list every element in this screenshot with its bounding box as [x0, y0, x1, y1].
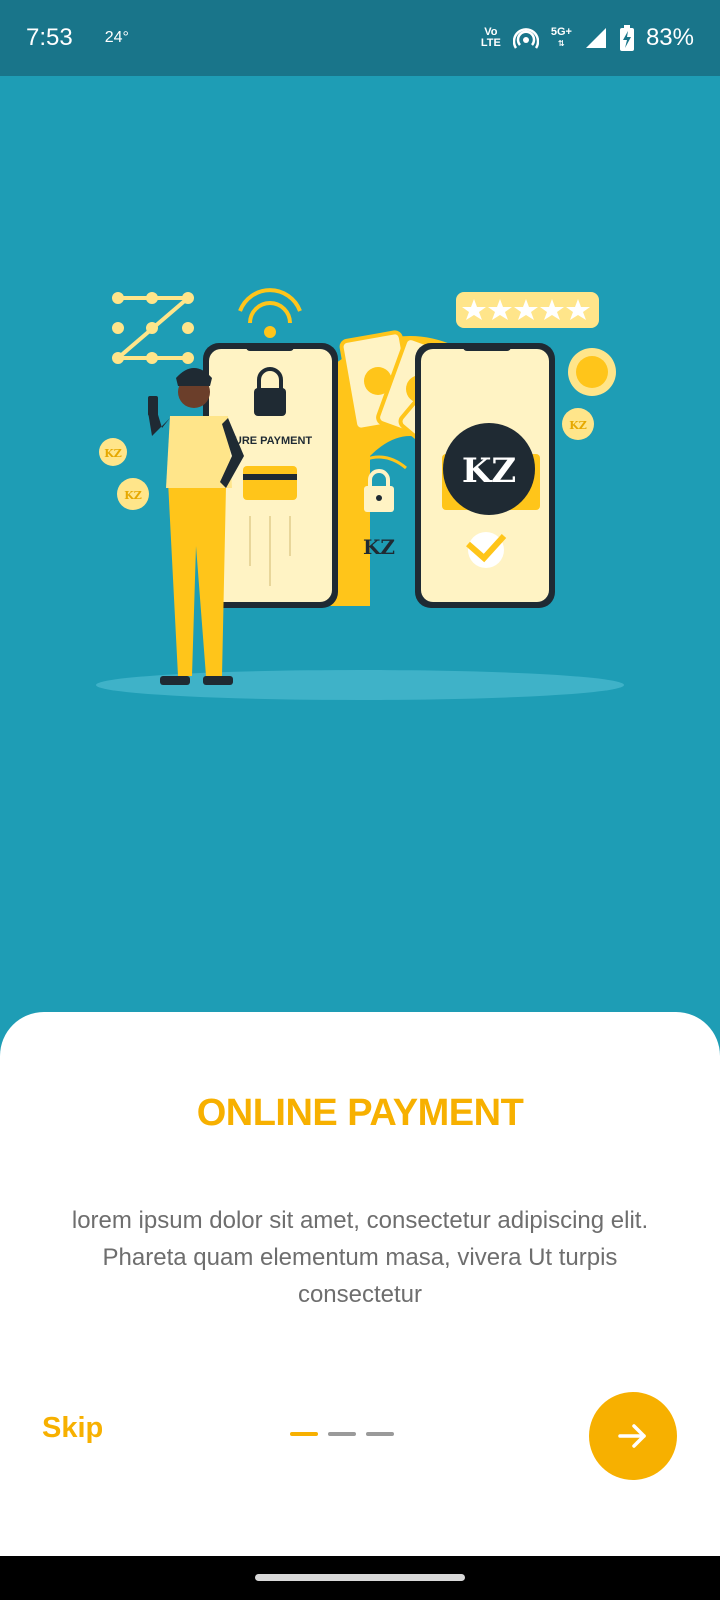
skip-button[interactable]: Skip [42, 1412, 103, 1445]
svg-text:KZ: KZ [569, 419, 587, 432]
arrow-right-icon [618, 1424, 646, 1448]
network-type: 5G+ ⇅ [550, 26, 572, 49]
pattern-lock-icon [112, 292, 194, 364]
battery-charging-icon [619, 25, 634, 51]
wifi-icon [238, 288, 302, 338]
page-indicator [290, 1432, 394, 1436]
checkmark-icon [466, 532, 507, 568]
hotspot-icon [512, 28, 539, 49]
page-dot-2 [328, 1432, 356, 1436]
status-time: 7:53 [26, 24, 73, 51]
page-description: lorem ipsum dolor sit amet, consectetur … [71, 1207, 649, 1308]
hero-illustration-area: KZ KZ KZ URE PAYMENT KZ KZ [0, 76, 720, 1016]
page-title: ONLINE PAYMENT [196, 1092, 524, 1134]
onboarding-sheet: ONLINE PAYMENT lorem ipsum dolor sit ame… [0, 1012, 720, 1556]
network-label: 5G+ [550, 26, 572, 38]
page-dot-1 [290, 1432, 318, 1436]
online-payment-illustration: KZ KZ KZ URE PAYMENT KZ KZ [96, 288, 624, 700]
svg-text:KZ: KZ [124, 489, 142, 502]
center-kz-text: KZ [363, 535, 395, 559]
credit-card-icon [243, 466, 297, 500]
page-dot-3 [366, 1432, 394, 1436]
next-button[interactable] [589, 1392, 677, 1480]
secure-payment-text: URE PAYMENT [234, 435, 313, 447]
center-lock-icon [364, 469, 394, 512]
svg-text:KZ: KZ [462, 451, 516, 491]
signal-icon [585, 28, 606, 48]
home-indicator[interactable] [255, 1574, 465, 1581]
status-icons: Vo LTE 5G+ ⇅ 83% [481, 24, 694, 52]
volte-icon: Vo LTE [481, 27, 501, 49]
status-temperature: 24° [104, 29, 129, 46]
volte-line-2: LTE [480, 37, 501, 49]
status-bar: 7:53 24° Vo LTE 5G+ ⇅ 83% [0, 0, 720, 76]
system-nav-bar [0, 1556, 720, 1600]
svg-text:KZ: KZ [104, 447, 122, 460]
battery-percent: 83% [645, 24, 694, 51]
